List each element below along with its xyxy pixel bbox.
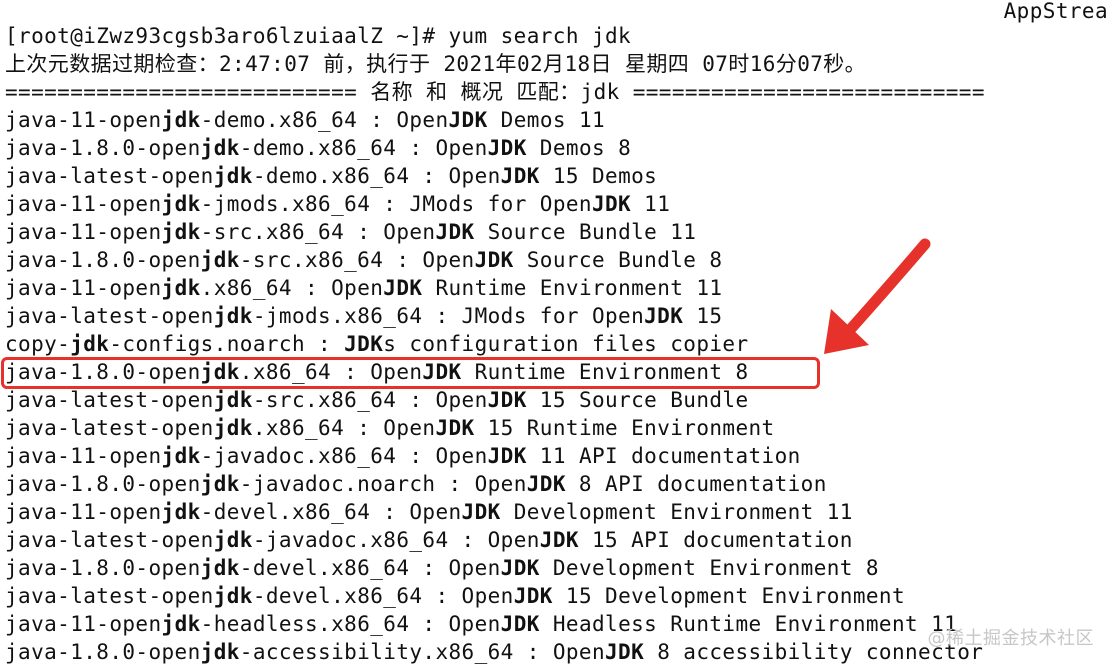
- result-row: copy-jdk-configs.noarch : JDKs configura…: [5, 332, 749, 356]
- result-row: java-latest-openjdk-demo.x86_64 : OpenJD…: [5, 164, 658, 188]
- result-row: java-1.8.0-openjdk-accessibility.x86_64 …: [5, 640, 984, 664]
- results-separator: =========================== 名称 和 概况 匹配：j…: [5, 80, 985, 104]
- metadata-check-line: 上次元数据过期检查：2:47:07 前，执行于 2021年02月18日 星期四 …: [5, 52, 867, 76]
- result-row: java-11-openjdk-javadoc.x86_64 : OpenJDK…: [5, 444, 801, 468]
- result-row: java-1.8.0-openjdk-devel.x86_64 : OpenJD…: [5, 556, 879, 580]
- result-row: java-latest-openjdk-devel.x86_64 : OpenJ…: [5, 584, 906, 608]
- result-row: java-11-openjdk-jmods.x86_64 : JMods for…: [5, 192, 671, 216]
- result-row: java-latest-openjdk-javadoc.x86_64 : Ope…: [5, 528, 853, 552]
- result-row: java-latest-openjdk-src.x86_64 : OpenJDK…: [5, 388, 749, 412]
- result-row: java-1.8.0-openjdk-demo.x86_64 : OpenJDK…: [5, 136, 632, 160]
- result-row: java-11-openjdk-headless.x86_64 : OpenJD…: [5, 612, 958, 636]
- result-row: java-11-openjdk-demo.x86_64 : OpenJDK De…: [5, 108, 606, 132]
- result-row: java-latest-openjdk.x86_64 : OpenJDK 15 …: [5, 416, 775, 440]
- prompt-line: [root@iZwz93cgsb3aro6lzuiaalZ ~]# yum se…: [5, 24, 632, 48]
- result-row: java-1.8.0-openjdk-src.x86_64 : OpenJDK …: [5, 248, 723, 272]
- top-right-label: AppStrea: [1003, 0, 1108, 23]
- result-row: java-11-openjdk-devel.x86_64 : OpenJDK D…: [5, 500, 853, 524]
- result-row: java-latest-openjdk-jmods.x86_64 : JMods…: [5, 304, 723, 328]
- highlight-box: [1, 357, 820, 389]
- result-row: java-11-openjdk.x86_64 : OpenJDK Runtime…: [5, 276, 723, 300]
- terminal-window: AppStrea [root@iZwz93cgsb3aro6lzuiaalZ ~…: [0, 0, 1110, 672]
- result-row: java-1.8.0-openjdk-javadoc.noarch : Open…: [5, 472, 827, 496]
- watermark: @稀土掘金技术社区: [927, 628, 1094, 649]
- result-row: java-11-openjdk-src.x86_64 : OpenJDK Sou…: [5, 220, 697, 244]
